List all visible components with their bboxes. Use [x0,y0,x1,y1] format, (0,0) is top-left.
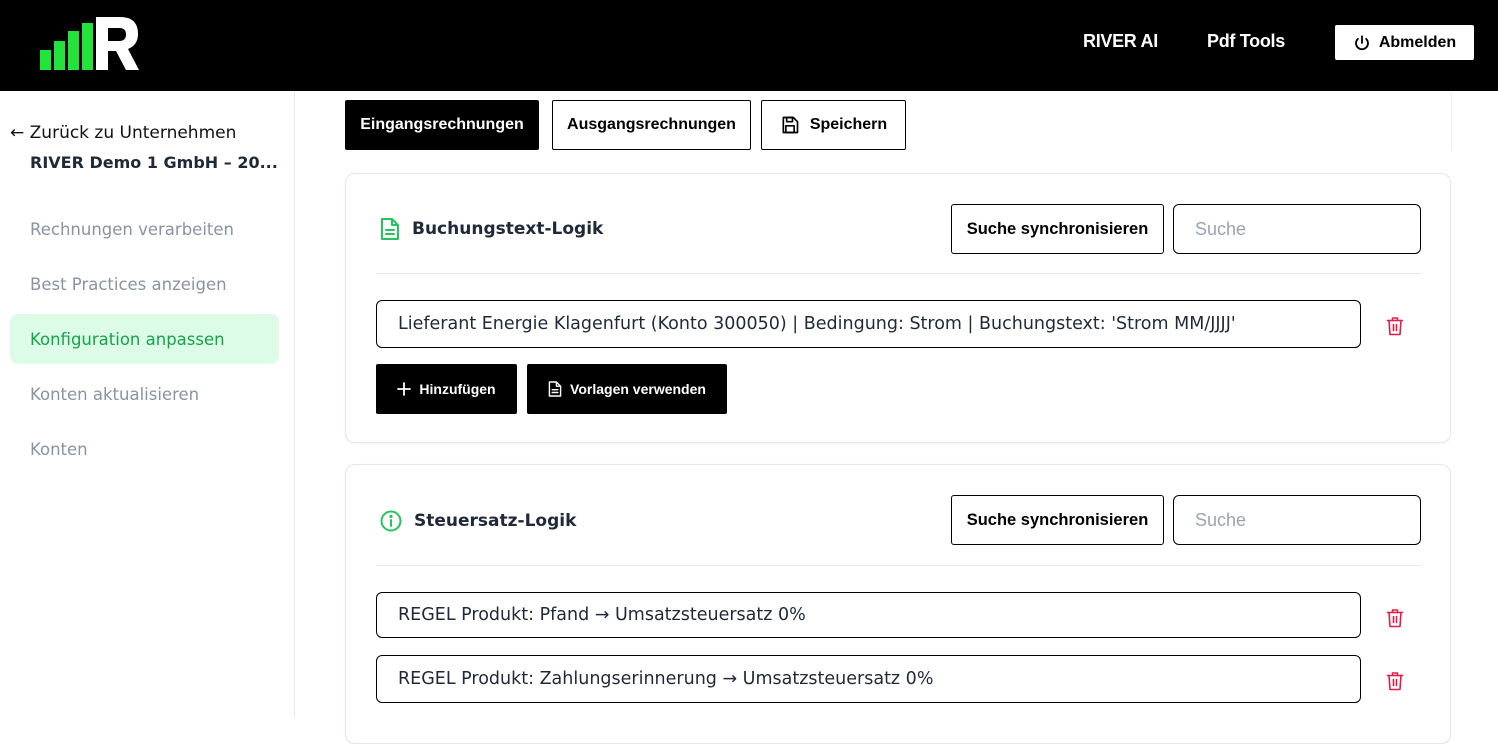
rule-field[interactable]: REGEL Produkt: Zahlungserinnerung → Umsa… [376,655,1361,703]
use-templates-button[interactable]: Vorlagen verwenden [527,364,727,414]
trash-icon[interactable] [1386,316,1404,336]
rule-field[interactable]: REGEL Produkt: Pfand → Umsatzsteuersatz … [376,592,1361,638]
sidebar-item-konfiguration[interactable]: Konfiguration anpassen [10,314,279,364]
sidebar-item-label: Konten [30,439,88,459]
add-button[interactable]: Hinzufügen [376,364,517,414]
trash-icon[interactable] [1386,671,1404,691]
search-input[interactable] [1173,204,1421,254]
sidebar-item-konten[interactable]: Konten [10,424,279,474]
plus-icon [397,382,412,396]
sidebar-item-label: Best Practices anzeigen [30,274,227,294]
arrow-left-icon: ← [10,123,25,143]
nav-pdf-tools[interactable]: Pdf Tools [1207,31,1285,52]
tab-eingangsrechnungen[interactable]: Eingangsrechnungen [345,100,539,150]
document-icon [381,218,399,240]
sidebar-item-label: Konfiguration anpassen [30,329,225,349]
add-label: Hinzufügen [419,381,496,397]
sidebar-item-label: Rechnungen verarbeiten [30,219,234,239]
river-logo[interactable] [40,17,140,70]
save-label: Speichern [809,116,888,133]
sidebar-item-rechnungen[interactable]: Rechnungen verarbeiten [10,204,279,254]
top-navigation-bar: RIVER AI Pdf Tools Abmelden [0,0,1498,91]
use-templates-label: Vorlagen verwenden [570,381,706,397]
power-icon [1354,34,1369,50]
document-icon [548,381,562,397]
back-to-companies-link[interactable]: ← Zurück zu Unternehmen [10,123,236,143]
nav-river-ai[interactable]: RIVER AI [1083,31,1158,52]
sync-search-button[interactable]: Suche synchronisieren [951,204,1164,254]
separator [376,565,1421,566]
card-header: Steuersatz-Logik [380,510,576,532]
save-button[interactable]: Speichern [761,100,906,150]
sidebar-item-konten-aktualisieren[interactable]: Konten aktualisieren [10,369,279,419]
trash-icon[interactable] [1386,608,1404,628]
company-name: RIVER Demo 1 GmbH – 20... [30,153,278,172]
tab-ausgangsrechnungen[interactable]: Ausgangsrechnungen [552,100,751,150]
sidebar: ← Zurück zu Unternehmen RIVER Demo 1 Gmb… [0,91,295,717]
separator [376,273,1421,274]
card-title: Steuersatz-Logik [414,511,577,531]
sidebar-item-label: Konten aktualisieren [30,384,200,404]
booking-text-card: Buchungstext-Logik Suche synchronisieren… [345,173,1451,443]
floppy-disk-icon [782,116,799,134]
card-header: Buchungstext-Logik [380,218,603,240]
sync-search-button[interactable]: Suche synchronisieren [951,495,1164,545]
sidebar-item-best-practices[interactable]: Best Practices anzeigen [10,259,279,309]
back-label: Zurück zu Unternehmen [29,123,237,143]
logout-button[interactable]: Abmelden [1335,25,1474,60]
info-circle-icon [380,510,402,532]
logout-label: Abmelden [1378,33,1457,51]
tax-rate-card: Steuersatz-Logik Suche synchronisieren R… [345,464,1451,744]
divider [1451,91,1452,151]
rule-field[interactable]: Lieferant Energie Klagenfurt (Konto 3000… [376,300,1361,348]
tab-label: Ausgangsrechnungen [567,116,736,133]
card-title: Buchungstext-Logik [412,219,604,239]
search-input[interactable] [1173,495,1421,545]
tab-label: Eingangsrechnungen [360,116,524,133]
